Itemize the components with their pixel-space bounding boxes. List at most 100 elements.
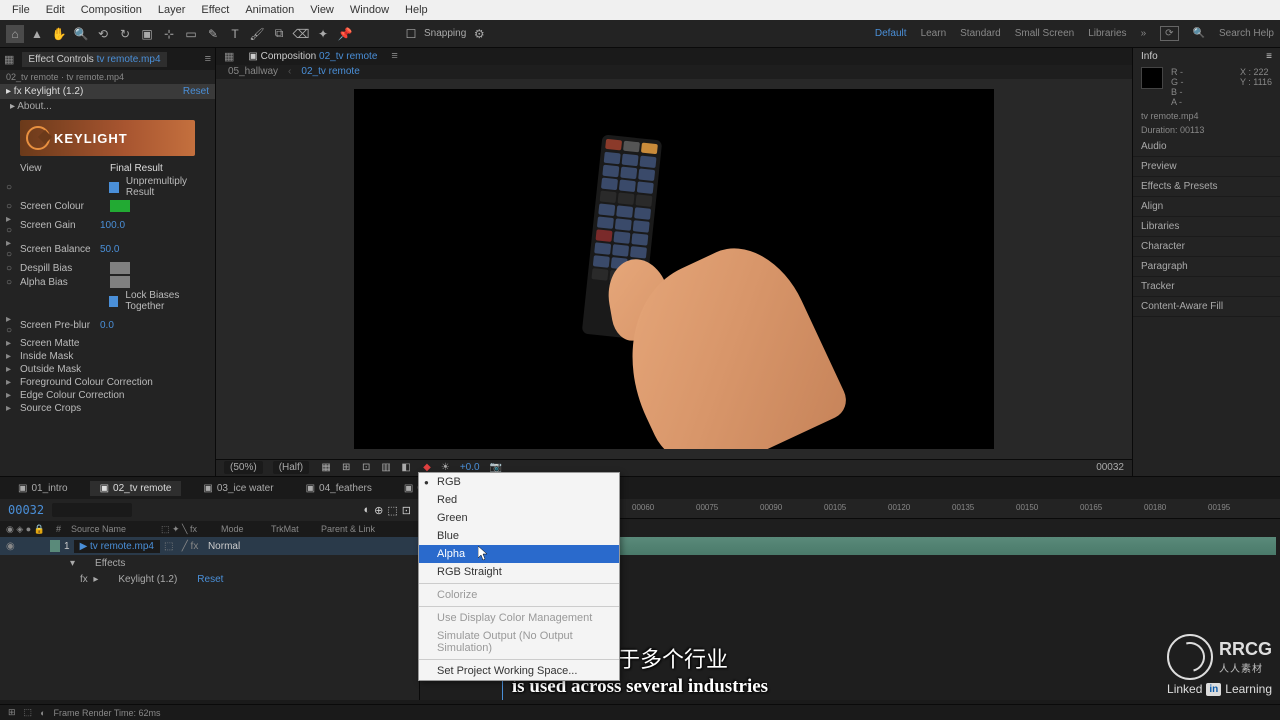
audio-panel[interactable]: Audio [1133, 137, 1280, 157]
content-aware-fill-panel[interactable]: Content-Aware Fill [1133, 297, 1280, 317]
timeline-effect-item[interactable]: fx ▸ Keylight (1.2) Reset [0, 571, 419, 587]
menu-animation[interactable]: Animation [237, 4, 302, 16]
channel-menu-item[interactable]: Green [419, 509, 619, 527]
prop-alpha-bias[interactable]: ○Alpha Bias [0, 275, 215, 289]
layer-mode[interactable]: Normal [208, 541, 254, 552]
workspace-standard[interactable]: Standard [960, 28, 1001, 39]
viewer-option-icon[interactable]: ▥ [379, 462, 393, 473]
channel-menu-item[interactable]: Alpha [419, 545, 619, 563]
timeline-effect-reset[interactable]: Reset [197, 574, 223, 585]
despill-swatch[interactable] [110, 262, 130, 274]
menu-edit[interactable]: Edit [38, 4, 73, 16]
timeline-tab-01[interactable]: ▣ 01_intro [8, 481, 78, 496]
timeline-tab-02[interactable]: ▣ 02_tv remote [90, 481, 182, 496]
prop-group-inside-mask[interactable]: ▸Inside Mask [0, 350, 215, 363]
pen-tool-icon[interactable]: ✎ [204, 25, 222, 43]
checkbox-icon[interactable] [109, 182, 119, 193]
workspace-default[interactable]: Default [875, 28, 907, 39]
libraries-panel[interactable]: Libraries [1133, 217, 1280, 237]
rotate-tool-icon[interactable]: ↻ [116, 25, 134, 43]
channel-menu-item[interactable]: RGB [419, 473, 619, 491]
viewer-option-icon[interactable]: ⊡ [359, 462, 373, 473]
tl-switch-icon[interactable]: ⊕ [374, 504, 383, 517]
panel-menu-icon[interactable]: ≡ [205, 53, 211, 65]
prop-lock-biases[interactable]: Lock Biases Together [0, 289, 215, 313]
layer-source-name[interactable]: ▶ tv remote.mp4 [74, 540, 160, 553]
channel-menu-item[interactable]: Set Project Working Space... [419, 662, 619, 680]
roto-tool-icon[interactable]: ✦ [314, 25, 332, 43]
checkbox-icon[interactable] [109, 296, 119, 307]
panel-menu-icon[interactable]: ≡ [1266, 51, 1272, 62]
channel-menu-item[interactable]: RGB Straight [419, 563, 619, 581]
prop-group-source-crops[interactable]: ▸Source Crops [0, 402, 215, 415]
prop-screen-gain[interactable]: ▸ ○Screen Gain 100.0 [0, 213, 215, 237]
effect-header[interactable]: ▸ fx Keylight (1.2) Reset [0, 84, 215, 99]
orbit-tool-icon[interactable]: ⟲ [94, 25, 112, 43]
prop-unpremultiply[interactable]: ○ Unpremultiply Result [0, 175, 215, 199]
shape-tool-icon[interactable]: ▭ [182, 25, 200, 43]
menu-composition[interactable]: Composition [73, 4, 150, 16]
crumb-2[interactable]: 02_tv remote [301, 66, 359, 77]
snapping-options-icon[interactable]: ⚙ [470, 25, 488, 43]
puppet-tool-icon[interactable]: 📌 [336, 25, 354, 43]
info-panel-header[interactable]: Info ≡ [1133, 48, 1280, 65]
timeline-tab-03[interactable]: ▣ 03_ice water [193, 481, 283, 496]
effect-controls-tab[interactable]: Effect Controls tv remote.mp4 [22, 52, 166, 67]
menu-view[interactable]: View [302, 4, 342, 16]
preview-panel[interactable]: Preview [1133, 157, 1280, 177]
paragraph-panel[interactable]: Paragraph [1133, 257, 1280, 277]
selection-tool-icon[interactable]: ▲ [28, 25, 46, 43]
menu-effect[interactable]: Effect [193, 4, 237, 16]
search-help-input[interactable]: Search Help [1219, 28, 1274, 39]
prop-screen-colour[interactable]: ○Screen Colour [0, 199, 215, 213]
prop-group-outside-mask[interactable]: ▸Outside Mask [0, 363, 215, 376]
pan-behind-tool-icon[interactable]: ⊹ [160, 25, 178, 43]
timeline-effects-row[interactable]: ▾ Effects [0, 555, 419, 571]
sync-icon[interactable]: ⟳ [1160, 26, 1178, 41]
hand-tool-icon[interactable]: ✋ [50, 25, 68, 43]
type-tool-icon[interactable]: T [226, 25, 244, 43]
menu-file[interactable]: File [4, 4, 38, 16]
home-icon[interactable]: ⌂ [6, 25, 24, 43]
menu-help[interactable]: Help [397, 4, 436, 16]
about-row[interactable]: ▸ About... [0, 99, 215, 114]
zoom-tool-icon[interactable]: 🔍 [72, 25, 90, 43]
project-tab-icon[interactable]: ▦ [4, 53, 14, 66]
zoom-dropdown[interactable]: (50%) [224, 461, 263, 474]
clone-tool-icon[interactable]: ⧉ [270, 25, 288, 43]
prop-group-edge-cc[interactable]: ▸Edge Colour Correction [0, 389, 215, 402]
workspace-learn[interactable]: Learn [921, 28, 947, 39]
composition-viewer[interactable] [216, 79, 1132, 459]
workspace-libraries[interactable]: Libraries [1088, 28, 1126, 39]
prop-screen-balance[interactable]: ▸ ○Screen Balance 50.0 [0, 237, 215, 261]
timeline-timecode[interactable]: 00032 [8, 503, 44, 517]
eraser-tool-icon[interactable]: ⌫ [292, 25, 310, 43]
prop-view[interactable]: View Final Result [0, 162, 215, 175]
screen-colour-swatch[interactable] [110, 200, 130, 212]
snapping-checkbox-icon[interactable]: ☐ [402, 25, 420, 43]
viewer-option-icon[interactable]: ◧ [399, 462, 413, 473]
prop-screen-preblur[interactable]: ▸ ○Screen Pre-blur 0.0 [0, 313, 215, 337]
timeline-layer-row[interactable]: ◉ 1 ▶ tv remote.mp4 ⬚ ╱ fx Normal [0, 537, 419, 555]
align-panel[interactable]: Align [1133, 197, 1280, 217]
viewer-option-icon[interactable]: ▦ [319, 462, 333, 473]
timeline-search-input[interactable] [52, 503, 132, 517]
effects-presets-panel[interactable]: Effects & Presets [1133, 177, 1280, 197]
character-panel[interactable]: Character [1133, 237, 1280, 257]
workspace-overflow-icon[interactable]: » [1141, 28, 1147, 39]
timeline-tab-04[interactable]: ▣ 04_feathers [296, 481, 382, 496]
tl-switch-icon[interactable]: ⬚ [387, 504, 397, 517]
workspace-small-screen[interactable]: Small Screen [1015, 28, 1074, 39]
resolution-dropdown[interactable]: (Half) [273, 461, 309, 474]
brush-tool-icon[interactable]: 🖌 [248, 25, 266, 43]
camera-tool-icon[interactable]: ▣ [138, 25, 156, 43]
tl-switch-icon[interactable]: ⊡ [402, 504, 411, 517]
menu-layer[interactable]: Layer [150, 4, 194, 16]
prop-despill-bias[interactable]: ○Despill Bias [0, 261, 215, 275]
tracker-panel[interactable]: Tracker [1133, 277, 1280, 297]
channel-menu-item[interactable]: Blue [419, 527, 619, 545]
menu-window[interactable]: Window [342, 4, 397, 16]
tl-switch-icon[interactable]: ◐ [364, 504, 371, 517]
channel-menu-item[interactable]: Red [419, 491, 619, 509]
effect-reset-link[interactable]: Reset [183, 86, 209, 97]
